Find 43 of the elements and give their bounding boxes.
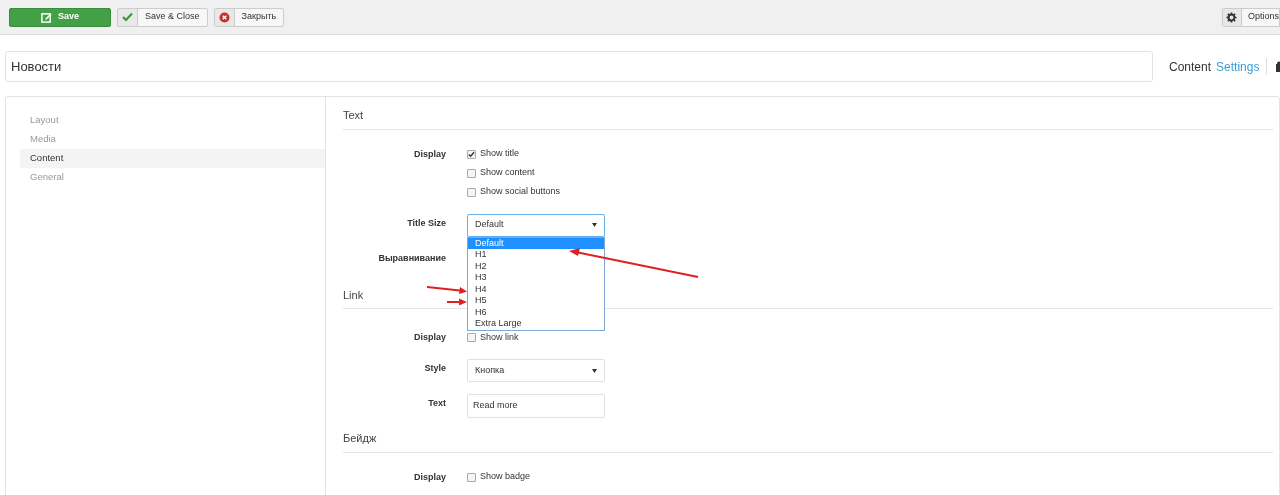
checkbox-label: Show social buttons bbox=[480, 185, 561, 199]
check-icon bbox=[122, 12, 133, 22]
checkbox[interactable] bbox=[467, 472, 476, 482]
field-label: Text bbox=[428, 398, 446, 408]
close-icon bbox=[218, 11, 230, 23]
field-label: Display bbox=[414, 471, 446, 482]
settings-icon bbox=[1226, 11, 1238, 23]
checkbox-label: Show link bbox=[480, 330, 519, 344]
field-label: Display bbox=[414, 148, 446, 159]
dropdown-option[interactable]: H5 bbox=[468, 295, 604, 307]
section-heading: Text bbox=[343, 107, 1273, 130]
checkbox-label: Show content bbox=[480, 166, 535, 180]
edit-icon bbox=[41, 11, 52, 23]
title-field[interactable]: Новости bbox=[5, 51, 1153, 82]
caret-icon bbox=[592, 368, 597, 373]
dropdown-option[interactable]: H3 bbox=[468, 272, 604, 284]
checkbox-label: Show badge bbox=[480, 470, 531, 484]
checkbox[interactable] bbox=[467, 149, 476, 159]
toolbar-button[interactable]: Закрыть bbox=[213, 7, 285, 27]
annotation-arrow bbox=[426, 285, 468, 295]
field-label: Выравнивание bbox=[378, 252, 446, 263]
dropdown-option[interactable]: H1 bbox=[468, 249, 604, 261]
options-button[interactable]: Options bbox=[1222, 7, 1280, 27]
dropdown-option[interactable]: H4 bbox=[468, 283, 604, 295]
checkbox[interactable] bbox=[467, 168, 476, 178]
checkbox[interactable] bbox=[467, 187, 476, 197]
field-label: Title Size bbox=[407, 217, 446, 228]
sidebar-item[interactable]: Content bbox=[20, 148, 325, 168]
dropdown-option[interactable]: Extra Large bbox=[468, 318, 604, 330]
field-label: Display bbox=[414, 332, 446, 342]
field-label: Style bbox=[424, 363, 446, 373]
header-link[interactable]: Content bbox=[1169, 57, 1212, 76]
dropdown-option[interactable]: H6 bbox=[468, 306, 604, 318]
annotation-arrow bbox=[446, 298, 468, 306]
checkbox-label: Show title bbox=[480, 147, 520, 161]
caret-icon bbox=[592, 223, 597, 227]
select-field[interactable]: Кнопка bbox=[467, 359, 605, 382]
dropdown-option[interactable]: H2 bbox=[468, 260, 604, 272]
toolbar-button[interactable]: Save & Close bbox=[117, 7, 208, 27]
text-field[interactable]: Read more bbox=[467, 394, 605, 418]
section-heading: Бейдж bbox=[343, 430, 1273, 453]
checkbox[interactable] bbox=[467, 333, 476, 342]
select-field[interactable]: Default bbox=[467, 213, 605, 237]
